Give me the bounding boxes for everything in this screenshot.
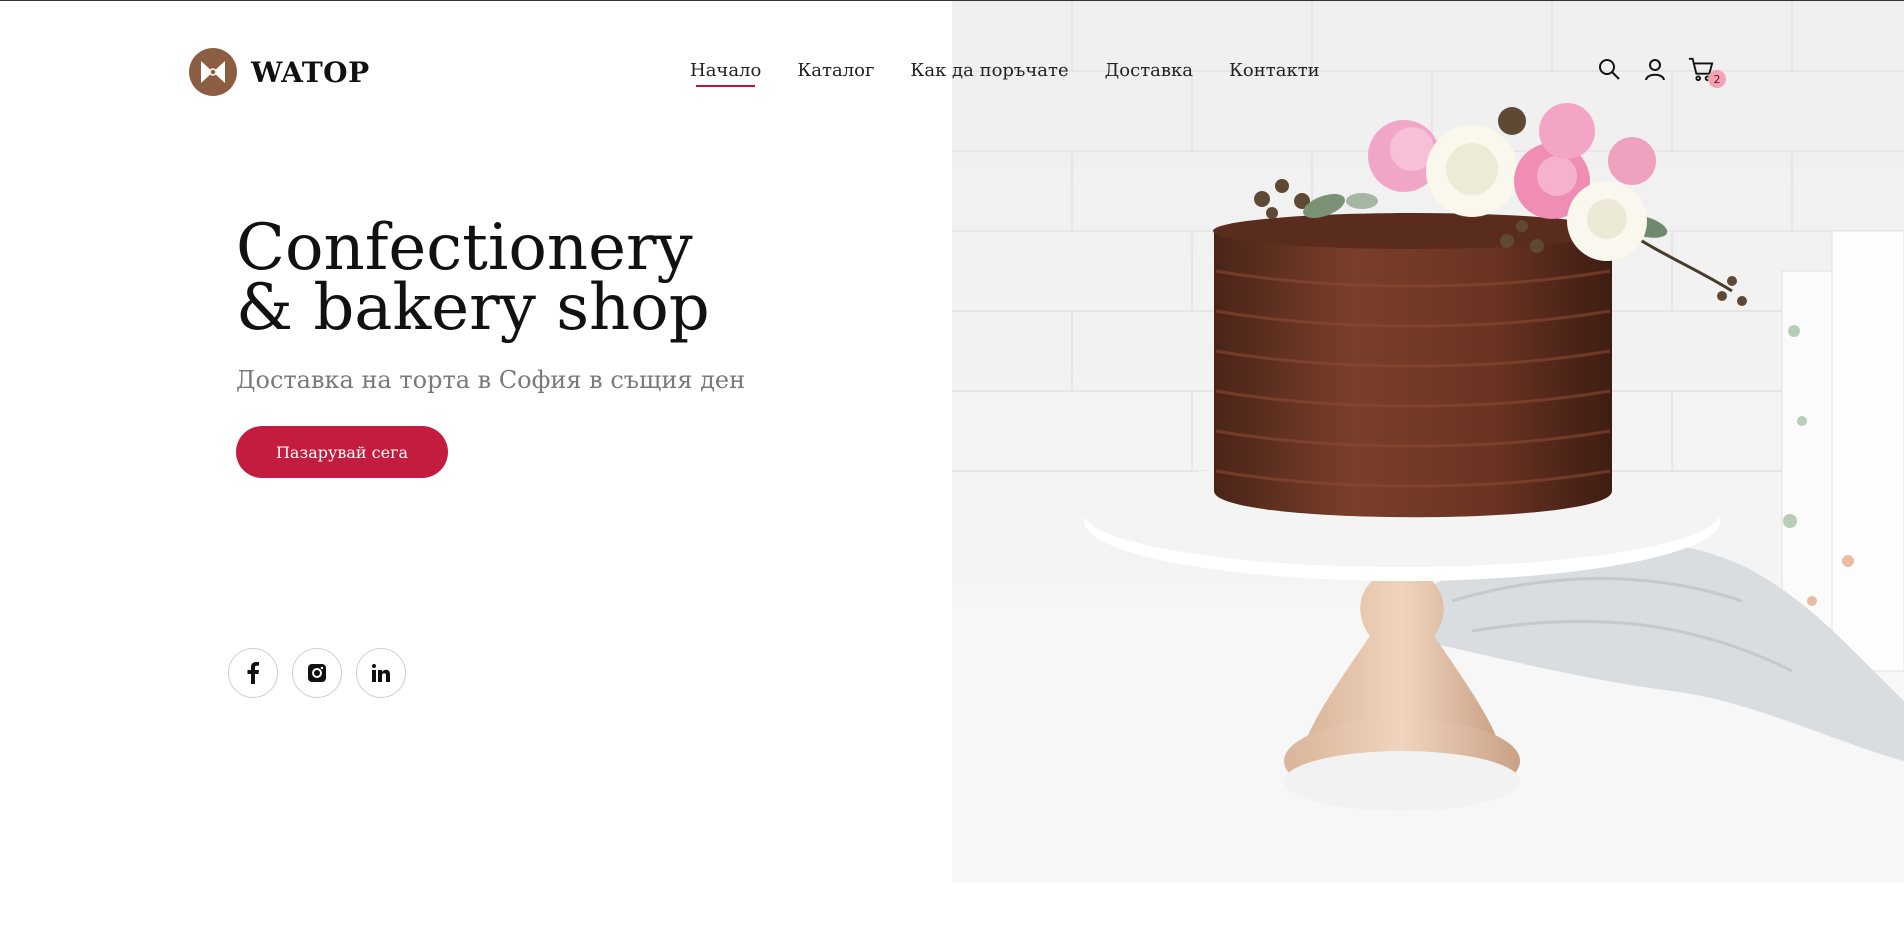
cart-icon[interactable]: 2	[1688, 56, 1726, 88]
hero-cake-image	[952, 1, 1904, 883]
hero-subtitle: Доставка на торта в София в същия ден	[236, 366, 746, 394]
header-actions: 2	[1596, 56, 1726, 88]
user-icon[interactable]	[1642, 56, 1668, 82]
nav-item-delivery[interactable]: Доставка	[1105, 60, 1193, 81]
cart-count-badge: 2	[1708, 70, 1726, 88]
hero-title-line-1: Confectionery	[236, 211, 693, 285]
brand-logo[interactable]: WATOP	[189, 48, 370, 96]
instagram-icon[interactable]	[292, 648, 342, 698]
linkedin-icon[interactable]	[356, 648, 406, 698]
nav-item-how-to-order[interactable]: Как да поръчате	[910, 60, 1068, 81]
brand-name: WATOP	[251, 55, 370, 89]
social-links	[228, 648, 406, 698]
nav-item-home[interactable]: Начало	[690, 60, 761, 87]
search-icon[interactable]	[1596, 56, 1622, 82]
main-nav: Начало Каталог Как да поръчате Доставка …	[690, 60, 1320, 87]
facebook-icon[interactable]	[228, 648, 278, 698]
nav-item-contacts[interactable]: Контакти	[1229, 60, 1320, 81]
shop-now-button[interactable]: Пазарувай сега	[236, 426, 448, 478]
bow-icon	[189, 48, 237, 96]
hero-title: Confectionery & bakery shop	[236, 211, 710, 345]
nav-item-catalog[interactable]: Каталог	[797, 60, 874, 81]
hero-title-line-2: & bakery shop	[236, 271, 710, 345]
